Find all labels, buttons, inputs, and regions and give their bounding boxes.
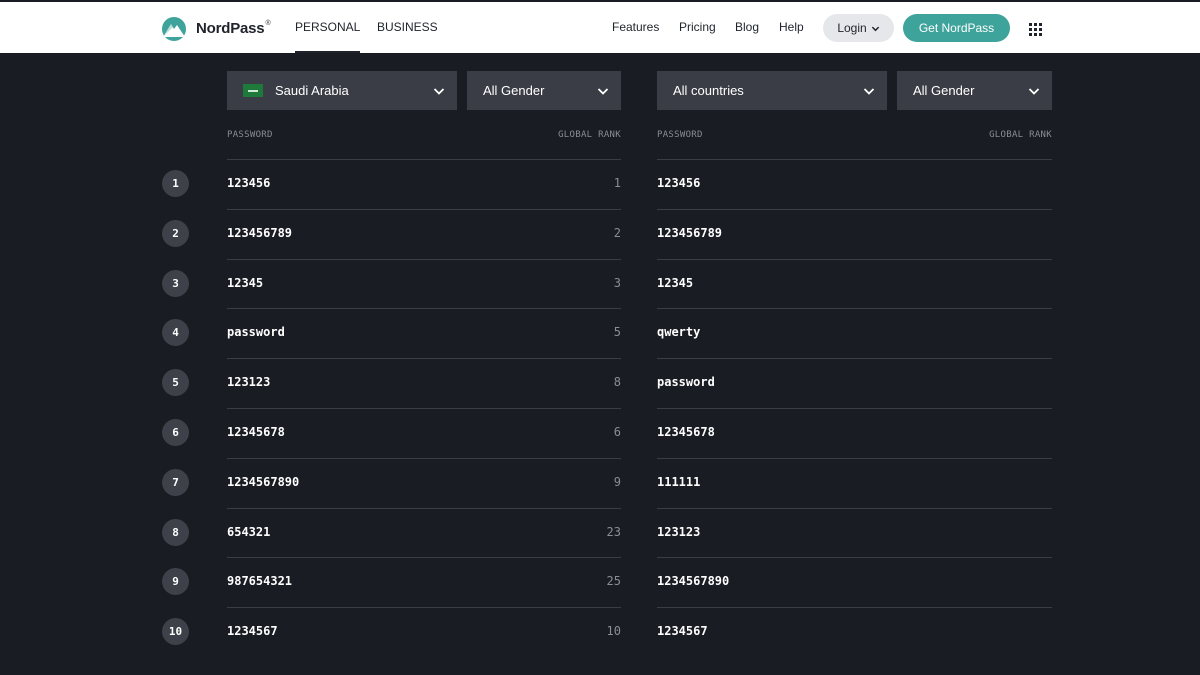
login-label: Login [837,21,867,35]
menu-link-features[interactable]: Features [612,2,659,53]
rank-badge: 10 [162,618,189,645]
right-password-cell: password [657,375,715,389]
left-password-cell: 1234567 [227,624,278,638]
row-separator [227,458,621,459]
rank-badge: 7 [162,469,189,496]
row-separator [227,408,621,409]
left-password-cell: 123456 [227,176,271,190]
row-separator [657,209,1052,210]
rank-badge: 4 [162,319,189,346]
gender-select-right[interactable]: All Gender [897,71,1052,110]
rank-badge: 1 [162,170,189,197]
gender-select-right-value: All Gender [913,83,975,98]
row-separator [657,358,1052,359]
left-global-rank-cell: 1 [613,176,621,190]
row-separator [227,308,621,309]
brand-name: NordPass® [196,19,271,37]
right-password-cell: 12345 [657,276,694,290]
row-separator [657,508,1052,509]
left-global-rank-cell: 5 [613,325,621,339]
gender-select-left-value: All Gender [483,83,545,98]
left-global-rank-cell: 25 [606,574,621,588]
left-password-cell: 123456789 [227,226,293,240]
left-global-rank-column-header: GLOBAL RANK [558,130,621,140]
row-separator [657,408,1052,409]
country-select-right[interactable]: All countries [657,71,887,110]
right-password-column-header: PASSWORD [657,130,703,140]
rank-badge: 8 [162,519,189,546]
rank-badge: 6 [162,419,189,446]
left-password-cell: password [227,325,285,339]
left-password-cell: 12345678 [227,425,285,439]
mountain-logo-icon [162,17,186,41]
chevron-down-icon [433,88,445,95]
nordpass-logo[interactable]: NordPass® [159,15,271,41]
menu-link-pricing[interactable]: Pricing [679,2,716,53]
right-password-cell: 1234567890 [657,574,730,588]
get-nordpass-button[interactable]: Get NordPass [903,14,1010,42]
rank-badge: 2 [162,220,189,247]
saudi-flag-icon [243,84,263,97]
tab-personal[interactable]: PERSONAL [295,2,361,53]
chevron-down-icon [1028,88,1040,95]
country-select-left[interactable]: Saudi Arabia [227,71,457,110]
right-password-cell: 111111 [657,475,701,489]
row-separator [227,209,621,210]
rank-badge: 5 [162,369,189,396]
row-separator [657,159,1052,160]
row-separator [227,557,621,558]
row-separator [657,308,1052,309]
left-global-rank-cell: 3 [613,276,621,290]
left-global-rank-cell: 6 [613,425,621,439]
row-separator [657,557,1052,558]
row-separator [657,259,1052,260]
row-separator [227,508,621,509]
menu-link-help[interactable]: Help [779,2,804,53]
apps-grid-icon[interactable] [1029,23,1042,36]
row-separator [227,259,621,260]
right-password-cell: 123456789 [657,226,723,240]
right-password-cell: 123456 [657,176,701,190]
chevron-down-icon [871,26,879,31]
left-password-cell: 1234567890 [227,475,300,489]
rank-badge: 9 [162,568,189,595]
country-select-left-value: Saudi Arabia [275,83,349,98]
left-global-rank-cell: 23 [606,525,621,539]
left-password-cell: 654321 [227,525,271,539]
row-separator [657,607,1052,608]
left-password-cell: 987654321 [227,574,293,588]
left-global-rank-cell: 10 [606,624,621,638]
right-password-cell: 1234567 [657,624,708,638]
row-separator [227,159,621,160]
row-separator [227,358,621,359]
left-global-rank-cell: 2 [613,226,621,240]
right-password-cell: 12345678 [657,425,715,439]
right-password-cell: qwerty [657,325,701,339]
chevron-down-icon [863,88,875,95]
gender-select-left[interactable]: All Gender [467,71,621,110]
left-password-cell: 12345 [227,276,264,290]
left-password-cell: 123123 [227,375,271,389]
left-password-column-header: PASSWORD [227,130,273,140]
rank-badge: 3 [162,270,189,297]
top-navigation-bar: NordPass® PERSONAL BUSINESS Features Pri… [0,0,1200,53]
right-global-rank-column-header: GLOBAL RANK [989,130,1052,140]
right-password-cell: 123123 [657,525,701,539]
row-separator [657,458,1052,459]
menu-link-blog[interactable]: Blog [735,2,759,53]
tab-business[interactable]: BUSINESS [377,2,438,53]
login-button[interactable]: Login [823,14,894,42]
chevron-down-icon [597,88,609,95]
row-separator [227,607,621,608]
left-global-rank-cell: 9 [613,475,621,489]
country-select-right-value: All countries [673,83,744,98]
left-global-rank-cell: 8 [613,375,621,389]
